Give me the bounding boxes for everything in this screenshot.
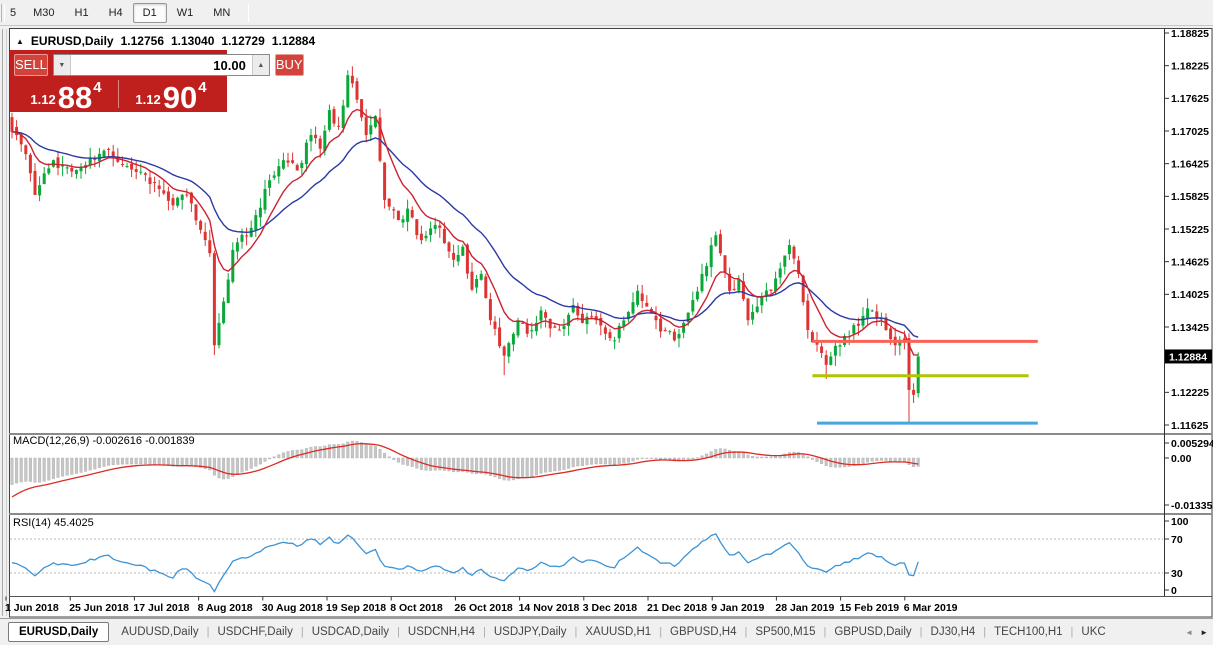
date-label: 30 Aug 2018 <box>262 602 323 614</box>
price-label: 1.16425 <box>1171 158 1209 170</box>
rsi-axis-label: 100 <box>1171 516 1189 528</box>
rsi-axis-label: 0 <box>1171 585 1177 597</box>
price-label: 1.15225 <box>1171 224 1209 236</box>
quote-low: 1.12729 <box>221 34 264 48</box>
chart-symbol-label: EURUSD,Daily <box>31 34 114 48</box>
sell-price-sup: 4 <box>93 79 101 96</box>
quote-high: 1.13040 <box>171 34 214 48</box>
toolbar-separator <box>248 4 249 22</box>
timeframe-buttons: 5M30H1H4D1W1MN <box>8 3 240 23</box>
chart-tab-dj30-h4[interactable]: DJ30,H4 <box>923 623 984 641</box>
chart-tab-usdjpy-daily[interactable]: USDJPY,Daily <box>486 623 575 641</box>
rsi-axis-label: 30 <box>1171 568 1183 580</box>
rsi-axis-label: 70 <box>1171 534 1183 546</box>
date-label: 14 Nov 2018 <box>519 602 580 614</box>
chart-tab-gbpusd-h4[interactable]: GBPUSD,H4 <box>662 623 744 641</box>
chart-tab-eurusd-daily[interactable]: EURUSD,Daily <box>8 622 109 642</box>
chart-tab-usdchf-daily[interactable]: USDCHF,Daily <box>209 623 300 641</box>
chart-canvas[interactable]: 1.18825 1.18225 1.17625 1.17025 1.16425 1.158… <box>0 28 1213 618</box>
collapse-trade-panel-icon[interactable]: ▲ <box>16 37 24 46</box>
volume-stepper: ▼ ▲ <box>53 54 270 76</box>
chart-tab-bar: EURUSD,DailyAUDUSD,Daily|USDCHF,Daily|US… <box>0 618 1213 645</box>
date-label: 25 Jun 2018 <box>69 602 129 614</box>
timeframe-button-m30[interactable]: M30 <box>23 3 64 23</box>
volume-increase-button[interactable]: ▲ <box>252 55 269 75</box>
macd-axis-label: -0.013353 <box>1171 500 1213 512</box>
buy-price-big: 90 <box>163 84 197 111</box>
date-label: 3 Dec 2018 <box>583 602 637 614</box>
quote-close: 1.12884 <box>272 34 315 48</box>
price-label: 1.11625 <box>1171 420 1209 432</box>
sell-button[interactable]: SELL <box>14 54 48 76</box>
timeframe-button-d1[interactable]: D1 <box>133 3 167 23</box>
rsi-indicator-label: RSI(14) 45.4025 <box>13 517 94 529</box>
macd-axis-label: 0.00 <box>1171 453 1192 465</box>
current-price-badge: 1.12884 <box>1165 349 1212 363</box>
date-label: 19 Sep 2018 <box>326 602 386 614</box>
chart-tab-sp500-m15[interactable]: SP500,M15 <box>747 623 823 641</box>
tab-scroll-arrows: ◄ ► <box>1185 619 1208 645</box>
buy-price-prefix: 1.12 <box>135 92 160 107</box>
buy-price-sup: 4 <box>198 79 206 96</box>
date-label: 8 Aug 2018 <box>198 602 253 614</box>
timeframe-button-h1[interactable]: H1 <box>65 3 99 23</box>
price-label: 1.17625 <box>1171 93 1209 105</box>
price-label: 1.18225 <box>1171 60 1209 72</box>
chart-tabs: EURUSD,DailyAUDUSD,Daily|USDCHF,Daily|US… <box>0 622 1168 642</box>
sell-price-display[interactable]: 1.12884 <box>14 77 118 111</box>
price-label: 1.13425 <box>1171 322 1209 334</box>
chart-tab-tech100-h1[interactable]: TECH100,H1 <box>986 623 1070 641</box>
timeframe-button-w1[interactable]: W1 <box>167 3 204 23</box>
price-label: 1.15825 <box>1171 191 1209 203</box>
price-label: 1.14625 <box>1171 256 1209 268</box>
price-label: 1.18825 <box>1171 28 1209 40</box>
tab-scroll-left-icon[interactable]: ◄ <box>1185 628 1193 637</box>
date-label: 28 Jan 2019 <box>775 602 834 614</box>
chart-window[interactable]: 1.18825 1.18225 1.17625 1.17025 1.16425 1.158… <box>0 28 1213 618</box>
tab-scroll-right-icon[interactable]: ► <box>1200 628 1208 637</box>
macd-indicator-label: MACD(12,26,9) -0.002616 -0.001839 <box>13 435 195 447</box>
toolbar-grip[interactable] <box>1 4 5 22</box>
current-price-label: 1.12884 <box>1169 351 1207 363</box>
chart-quote-line: ▲ EURUSD,Daily 1.12756 1.13040 1.12729 1… <box>16 34 315 48</box>
buy-price-display[interactable]: 1.12904 <box>119 77 223 111</box>
quote-open: 1.12756 <box>121 34 164 48</box>
sell-price-prefix: 1.12 <box>30 92 55 107</box>
date-label: 21 Dec 2018 <box>647 602 707 614</box>
date-label: 17 Jul 2018 <box>133 602 189 614</box>
mt4-platform-window: 5M30H1H4D1W1MN 1.18825 1.18225 1.17625 1.17… <box>0 0 1213 645</box>
date-label: 9 Jan 2019 <box>711 602 764 614</box>
chart-tab-usdcnh-h4[interactable]: USDCNH,H4 <box>400 623 483 641</box>
chart-tab-gbpusd-daily[interactable]: GBPUSD,Daily <box>826 623 919 641</box>
date-label: 8 Oct 2018 <box>390 602 443 614</box>
timeframe-toolbar: 5M30H1H4D1W1MN <box>0 0 1213 26</box>
date-label: 26 Oct 2018 <box>454 602 513 614</box>
date-label: 15 Feb 2019 <box>840 602 900 614</box>
chart-tab-audusd-daily[interactable]: AUDUSD,Daily <box>113 623 206 641</box>
date-label: 6 Mar 2019 <box>904 602 958 614</box>
chart-tab-usdcad-daily[interactable]: USDCAD,Daily <box>304 623 397 641</box>
price-label: 1.14025 <box>1171 289 1209 301</box>
volume-decrease-button[interactable]: ▼ <box>54 55 71 75</box>
timeframe-button-h4[interactable]: H4 <box>99 3 133 23</box>
one-click-trading-panel: SELL ▼ ▲ BUY 1.12884 1.12904 <box>10 50 227 112</box>
chart-frame <box>10 29 1213 618</box>
chart-tab-ukc[interactable]: UKC <box>1073 623 1113 641</box>
buy-button[interactable]: BUY <box>275 54 304 76</box>
volume-input[interactable] <box>71 55 252 75</box>
timeframe-button-mn[interactable]: MN <box>203 3 240 23</box>
sell-price-big: 88 <box>58 84 92 111</box>
macd-axis-label: 0.005294 <box>1171 438 1213 450</box>
price-label: 1.12225 <box>1171 387 1209 399</box>
price-label: 1.17025 <box>1171 126 1209 138</box>
chart-tab-xauusd-h1[interactable]: XAUUSD,H1 <box>577 623 659 641</box>
timeframe-button-5[interactable]: 5 <box>8 3 23 23</box>
date-label: 1 Jun 2018 <box>5 602 59 614</box>
